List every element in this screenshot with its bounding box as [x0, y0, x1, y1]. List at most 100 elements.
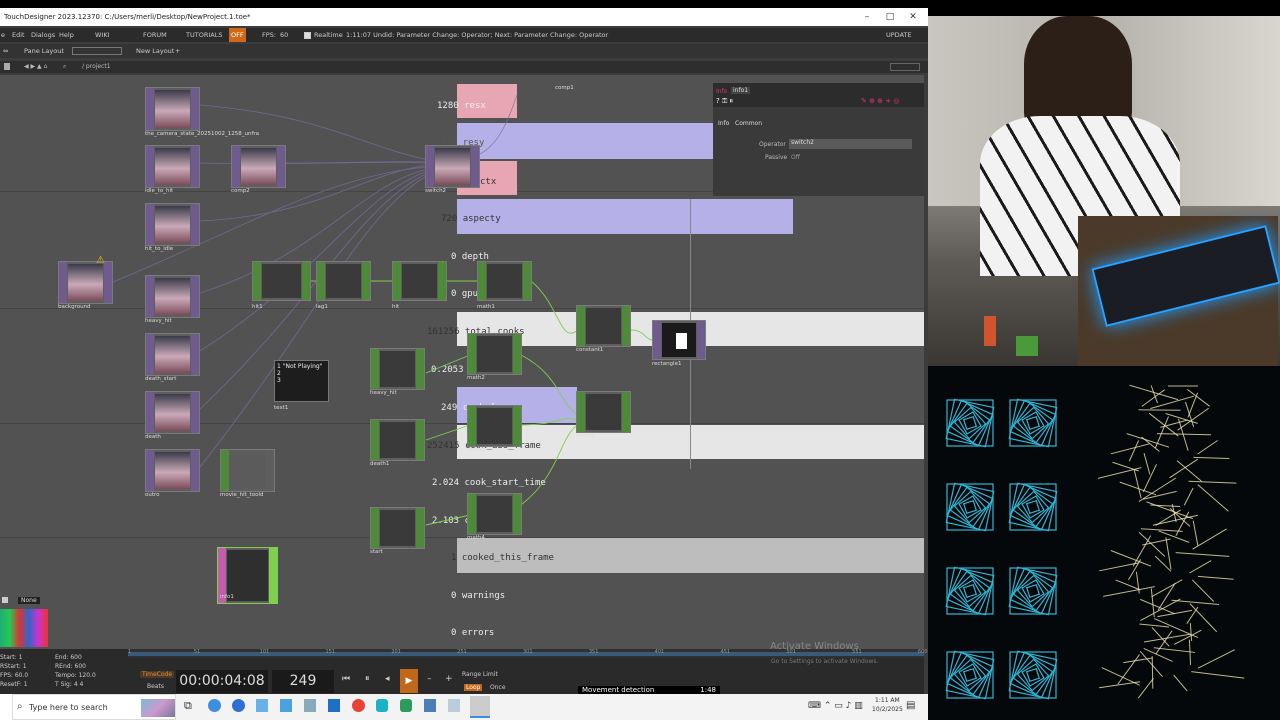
minimize-button[interactable]: –	[856, 8, 878, 26]
node-death1[interactable]	[370, 419, 425, 461]
forum-button[interactable]: FORUM	[143, 28, 167, 42]
layout-buttons[interactable]	[72, 47, 122, 55]
edge-icon[interactable]	[208, 699, 221, 712]
node-rectangle1[interactable]	[652, 320, 706, 360]
spiral-square	[945, 398, 995, 448]
notification-icon[interactable]: ▤	[906, 700, 915, 711]
app-icon[interactable]	[304, 699, 316, 712]
once-button[interactable]: Once	[490, 684, 506, 691]
realtime-checkbox[interactable]	[304, 32, 311, 39]
task-view-icon[interactable]: ⧉	[184, 699, 192, 713]
node-heavy-hit[interactable]	[145, 275, 200, 318]
help-icon[interactable]: ? ⚿ ⏸	[716, 97, 733, 106]
node-constant1[interactable]	[576, 305, 631, 347]
pause-button[interactable]: ⏸	[365, 674, 370, 684]
node-hit-to-idle[interactable]	[145, 203, 200, 246]
vscode-icon[interactable]	[328, 699, 340, 712]
step-back-button[interactable]: ◂	[385, 674, 390, 684]
menu-edit[interactable]: Edit	[12, 28, 25, 42]
sculpture-line	[1132, 535, 1152, 567]
node-heavy-hit-chop[interactable]	[370, 348, 425, 390]
close-button[interactable]: ✕	[902, 8, 924, 26]
frame-display[interactable]: 249	[272, 670, 334, 693]
tab-info[interactable]: Info	[718, 120, 729, 127]
app-icon[interactable]	[400, 699, 412, 712]
split-icon[interactable]: ⇔	[3, 44, 8, 58]
activate-windows-sub: Go to Settings to activate Windows.	[771, 658, 879, 665]
node-death-start[interactable]	[145, 333, 200, 376]
status-message: 1:11:07 Undid: Parameter Change: Operato…	[346, 31, 609, 39]
sculpture-line	[1175, 552, 1230, 557]
app-icon[interactable]	[256, 699, 268, 712]
passive-toggle[interactable]: Off	[791, 154, 800, 161]
menu-file[interactable]: e	[1, 28, 5, 42]
node-comp2[interactable]	[231, 145, 286, 188]
timeline-tick: 600	[918, 649, 928, 655]
menu-help[interactable]: Help	[59, 28, 74, 42]
node-hit1[interactable]	[252, 261, 311, 301]
rewind-button[interactable]: ⏮	[342, 674, 350, 684]
menu-bar: e Edit Dialogs Help WIKI FORUM TUTORIALS…	[0, 28, 928, 42]
node-start[interactable]	[370, 507, 425, 549]
panel-tool-icons[interactable]: ✎ ⊕ ⊕ + ◎	[861, 97, 899, 105]
start-button[interactable]	[0, 694, 12, 720]
off-toggle[interactable]: OFF	[229, 28, 246, 42]
pane-menu-icon[interactable]	[4, 63, 10, 70]
node-the-camera-state[interactable]	[145, 87, 200, 131]
taskbar-search[interactable]: ⌕ Type here to search	[12, 694, 176, 720]
wiki-button[interactable]: WIKI	[95, 28, 110, 42]
sculpture-line	[1126, 433, 1170, 448]
node-math2[interactable]	[467, 333, 522, 375]
loop-button[interactable]: Loop	[464, 684, 483, 691]
pane-layout-label[interactable]: Pane Layout	[24, 44, 64, 58]
new-layout-label[interactable]: New Layout	[136, 44, 174, 58]
node-background[interactable]	[58, 261, 113, 304]
node-text1[interactable]: 1 "Not Playing" 2 3	[274, 360, 329, 402]
node-math1[interactable]	[477, 261, 532, 301]
sculpture-line	[1110, 550, 1152, 567]
add-layout-icon[interactable]: +	[175, 44, 180, 58]
node-death[interactable]	[145, 391, 200, 434]
network-editor[interactable]: 1280 resx 720 resy ctx 720 aspecty 0 dep…	[0, 75, 924, 649]
node-math4[interactable]	[467, 493, 522, 535]
beats-button[interactable]: Beats	[147, 683, 164, 690]
tutorials-button[interactable]: TUTORIALS	[186, 28, 222, 42]
node-math5[interactable]	[576, 391, 631, 433]
chrome-icon[interactable]	[352, 699, 365, 712]
node-math3[interactable]	[467, 405, 522, 447]
app-icon[interactable]	[376, 699, 388, 712]
node-hit[interactable]	[392, 261, 447, 301]
touchdesigner-taskbar-icon[interactable]	[470, 696, 490, 718]
browser-icon[interactable]	[232, 699, 245, 712]
palette-none[interactable]: None	[18, 597, 40, 604]
app-icon[interactable]	[280, 699, 292, 712]
sculpture-line	[1197, 575, 1234, 580]
tray-icons[interactable]: ⌨ ⌃ ▭ ♪ ▥	[808, 701, 863, 711]
play-button[interactable]: ▶	[400, 669, 418, 693]
pane-controls[interactable]	[890, 63, 920, 71]
update-button[interactable]: UPDATE	[886, 28, 912, 42]
menu-dialogs[interactable]: Dialogs	[31, 28, 55, 42]
timeline-tick: 101	[259, 649, 270, 655]
timecode-button[interactable]: TimeCode	[140, 671, 175, 678]
operator-field[interactable]: switch2	[789, 139, 912, 149]
timecode-display[interactable]: 00:00:04:08	[176, 670, 268, 693]
sculpture-line	[1188, 480, 1237, 484]
desk-object	[1016, 336, 1038, 356]
app-icon[interactable]	[448, 699, 460, 712]
search-icon[interactable]: ⌕	[63, 61, 66, 73]
step-forward-button[interactable]: –	[427, 674, 432, 684]
tab-common[interactable]: Common	[735, 120, 762, 127]
color-palette[interactable]: None	[0, 597, 48, 647]
node-outro[interactable]	[145, 449, 200, 492]
clock[interactable]: 1:11 AM 10/2/2025	[872, 696, 903, 714]
node-lag1[interactable]	[316, 261, 371, 301]
node-idle-to-hit[interactable]	[145, 145, 200, 188]
add-button[interactable]: +	[445, 674, 453, 684]
maximize-button[interactable]: □	[879, 8, 901, 26]
calculator-icon[interactable]	[424, 699, 436, 712]
node-movie-hit[interactable]	[220, 449, 275, 492]
node-switch2[interactable]	[425, 145, 480, 188]
back-icon[interactable]: ◀ ▶ ▲ ⌂	[24, 61, 47, 73]
panel-op-name[interactable]: info1	[731, 87, 751, 94]
